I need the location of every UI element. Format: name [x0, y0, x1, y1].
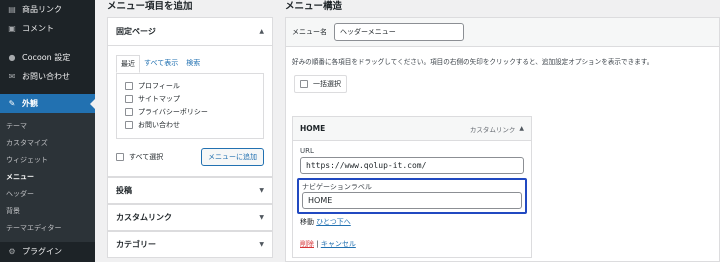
move-label: 移動	[300, 218, 314, 226]
url-label: URL	[300, 147, 314, 155]
sidebar-item-label: お問い合わせ	[22, 72, 70, 81]
page-label: サイトマップ	[138, 94, 180, 103]
menu-item-settings: URL https://www.qolup-it.com/ ナビゲーションラベル…	[293, 141, 531, 257]
page-checkbox[interactable]	[125, 94, 133, 103]
menu-item-type: カスタムリンク	[469, 125, 516, 134]
sidebar-item-appearance[interactable]: ✎ 外観	[0, 94, 95, 113]
caret-up-icon[interactable]: ▲	[519, 125, 524, 132]
submenu-item-header[interactable]: ヘッダー	[0, 186, 95, 203]
admin-sidebar: ▤ 商品リンク ▣ コメント ● Cocoon 設定 ✉ お問い合わせ ✎ 外観 テーマ …	[0, 0, 95, 262]
submenu-item-customize[interactable]: カスタマイズ	[0, 135, 95, 152]
move-down-link[interactable]: ひとつ下へ	[316, 218, 351, 226]
page-actions: すべて選択 メニューに追加	[116, 146, 264, 168]
select-all-checkbox[interactable]	[116, 153, 124, 161]
sidebar-separator	[0, 86, 95, 94]
categories-label: カテゴリー	[116, 240, 156, 249]
add-to-menu-button[interactable]: メニューに追加	[201, 148, 264, 166]
page-checkbox[interactable]	[125, 120, 133, 129]
plugin-icon: ⚙	[8, 247, 16, 256]
mail-icon: ✉	[8, 72, 16, 81]
menu-item-home: HOME カスタムリンク ▲ URL https://www.qolup-it.c…	[292, 116, 532, 258]
page-label: プロフィール	[138, 81, 180, 90]
sidebar-separator	[0, 38, 95, 48]
page-checkbox[interactable]	[125, 81, 133, 90]
caret-up-icon[interactable]: ▲	[259, 28, 264, 35]
fixed-pages-label: 固定ページ	[116, 27, 156, 36]
bulk-select-label: 一括選択	[313, 80, 341, 88]
custom-links-accordion[interactable]: カスタムリンク ▼	[107, 204, 273, 231]
bulk-select-toggle[interactable]: 一括選択	[294, 75, 347, 93]
move-row: 移動 ひとつ下へ	[300, 217, 524, 227]
comment-icon: ▣	[8, 24, 16, 33]
page-label: プライバシーポリシー	[138, 107, 208, 116]
page-list: プロフィール サイトマップ プライバシーポリシー お問い合わせ	[116, 73, 264, 139]
caret-down-icon: ▼	[259, 187, 264, 194]
sidebar-item-cocoon-settings[interactable]: ● Cocoon 設定	[0, 48, 95, 67]
menu-item-header[interactable]: HOME カスタムリンク ▲	[293, 117, 531, 141]
submenu-item-theme-editor[interactable]: テーマエディター	[0, 220, 95, 237]
fixed-pages-header[interactable]: 固定ページ ▲	[108, 18, 272, 46]
sidebar-item-label: コメント	[22, 24, 54, 33]
page-item-profile[interactable]: プロフィール	[125, 79, 255, 92]
sidebar-item-label: プラグイン	[22, 247, 62, 256]
menu-structure-panel: メニュー構造 メニュー名 ヘッダーメニュー 好みの順番に各項目をドラッグしてくだ…	[285, 0, 720, 262]
box-spacer	[108, 168, 272, 176]
cocoon-icon: ●	[8, 53, 16, 62]
nav-label-highlight: ナビゲーションラベル HOME	[297, 178, 527, 214]
submenu-item-background[interactable]: 背景	[0, 203, 95, 220]
cancel-link[interactable]: キャンセル	[321, 240, 356, 248]
action-separator: |	[316, 240, 319, 248]
submenu-item-menus[interactable]: メニュー	[0, 169, 95, 186]
page-tabs: 最近 すべて表示 検索	[116, 55, 264, 73]
drag-help-text: 好みの順番に各項目をドラッグしてください。項目の右側の矢印をクリックすると、追加…	[292, 58, 654, 66]
tab-search[interactable]: 検索	[182, 55, 204, 73]
sidebar-item-label: Cocoon 設定	[22, 53, 71, 62]
item-actions: 削除 | キャンセル	[300, 239, 524, 249]
menu-name-bar: メニュー名 ヘッダーメニュー	[286, 18, 719, 47]
posts-accordion[interactable]: 投稿 ▼	[107, 177, 273, 204]
submenu-item-widgets[interactable]: ウィジェット	[0, 152, 95, 169]
sidebar-item-contact[interactable]: ✉ お問い合わせ	[0, 67, 95, 86]
page-label: お問い合わせ	[138, 120, 180, 129]
custom-links-label: カスタムリンク	[116, 213, 172, 222]
nav-label-field[interactable]: HOME	[302, 192, 522, 209]
caret-down-icon: ▼	[259, 214, 264, 221]
sidebar-item-label: 商品リンク	[22, 5, 62, 14]
page-item-privacy-policy[interactable]: プライバシーポリシー	[125, 105, 255, 118]
menu-structure-box: メニュー名 ヘッダーメニュー 好みの順番に各項目をドラッグしてください。項目の右…	[285, 17, 720, 262]
menu-name-input[interactable]: ヘッダーメニュー	[334, 23, 464, 41]
bulk-select-checkbox[interactable]	[300, 80, 308, 88]
submenu-item-themes[interactable]: テーマ	[0, 118, 95, 135]
page-item-sitemap[interactable]: サイトマップ	[125, 92, 255, 105]
tab-recent[interactable]: 最近	[116, 55, 140, 73]
caret-down-icon: ▼	[259, 241, 264, 248]
tab-show-all[interactable]: すべて表示	[140, 55, 182, 73]
menu-structure-title: メニュー構造	[285, 1, 343, 12]
select-all-label: すべて選択	[129, 153, 164, 161]
menu-item-title: HOME	[300, 124, 326, 133]
nav-label-label: ナビゲーションラベル	[302, 183, 372, 191]
page-item-contact[interactable]: お問い合わせ	[125, 118, 255, 131]
sidebar-item-plugins[interactable]: ⚙ プラグイン	[0, 242, 95, 261]
menu-name-label: メニュー名	[292, 28, 327, 36]
brush-icon: ✎	[8, 99, 16, 108]
add-menu-items-title: メニュー項目を追加	[107, 1, 193, 12]
posts-label: 投稿	[116, 186, 132, 195]
fixed-pages-box: 固定ページ ▲ 最近 すべて表示 検索 プロフィール サイトマップ プライバシー…	[107, 17, 273, 177]
appearance-submenu: テーマ カスタマイズ ウィジェット メニュー ヘッダー 背景 テーマエディター	[0, 113, 95, 242]
url-field[interactable]: https://www.qolup-it.com/	[300, 157, 524, 174]
add-menu-items-panel: メニュー項目を追加 固定ページ ▲ 最近 すべて表示 検索 プロフィール サイト…	[107, 0, 273, 258]
page-checkbox[interactable]	[125, 107, 133, 116]
product-link-icon: ▤	[8, 5, 16, 14]
sidebar-item-label: 外観	[22, 99, 38, 108]
delete-link[interactable]: 削除	[300, 240, 314, 248]
select-all-pages[interactable]: すべて選択	[116, 152, 163, 162]
categories-accordion[interactable]: カテゴリー ▼	[107, 231, 273, 258]
sidebar-item-product-links[interactable]: ▤ 商品リンク	[0, 0, 95, 19]
sidebar-item-comments[interactable]: ▣ コメント	[0, 19, 95, 38]
